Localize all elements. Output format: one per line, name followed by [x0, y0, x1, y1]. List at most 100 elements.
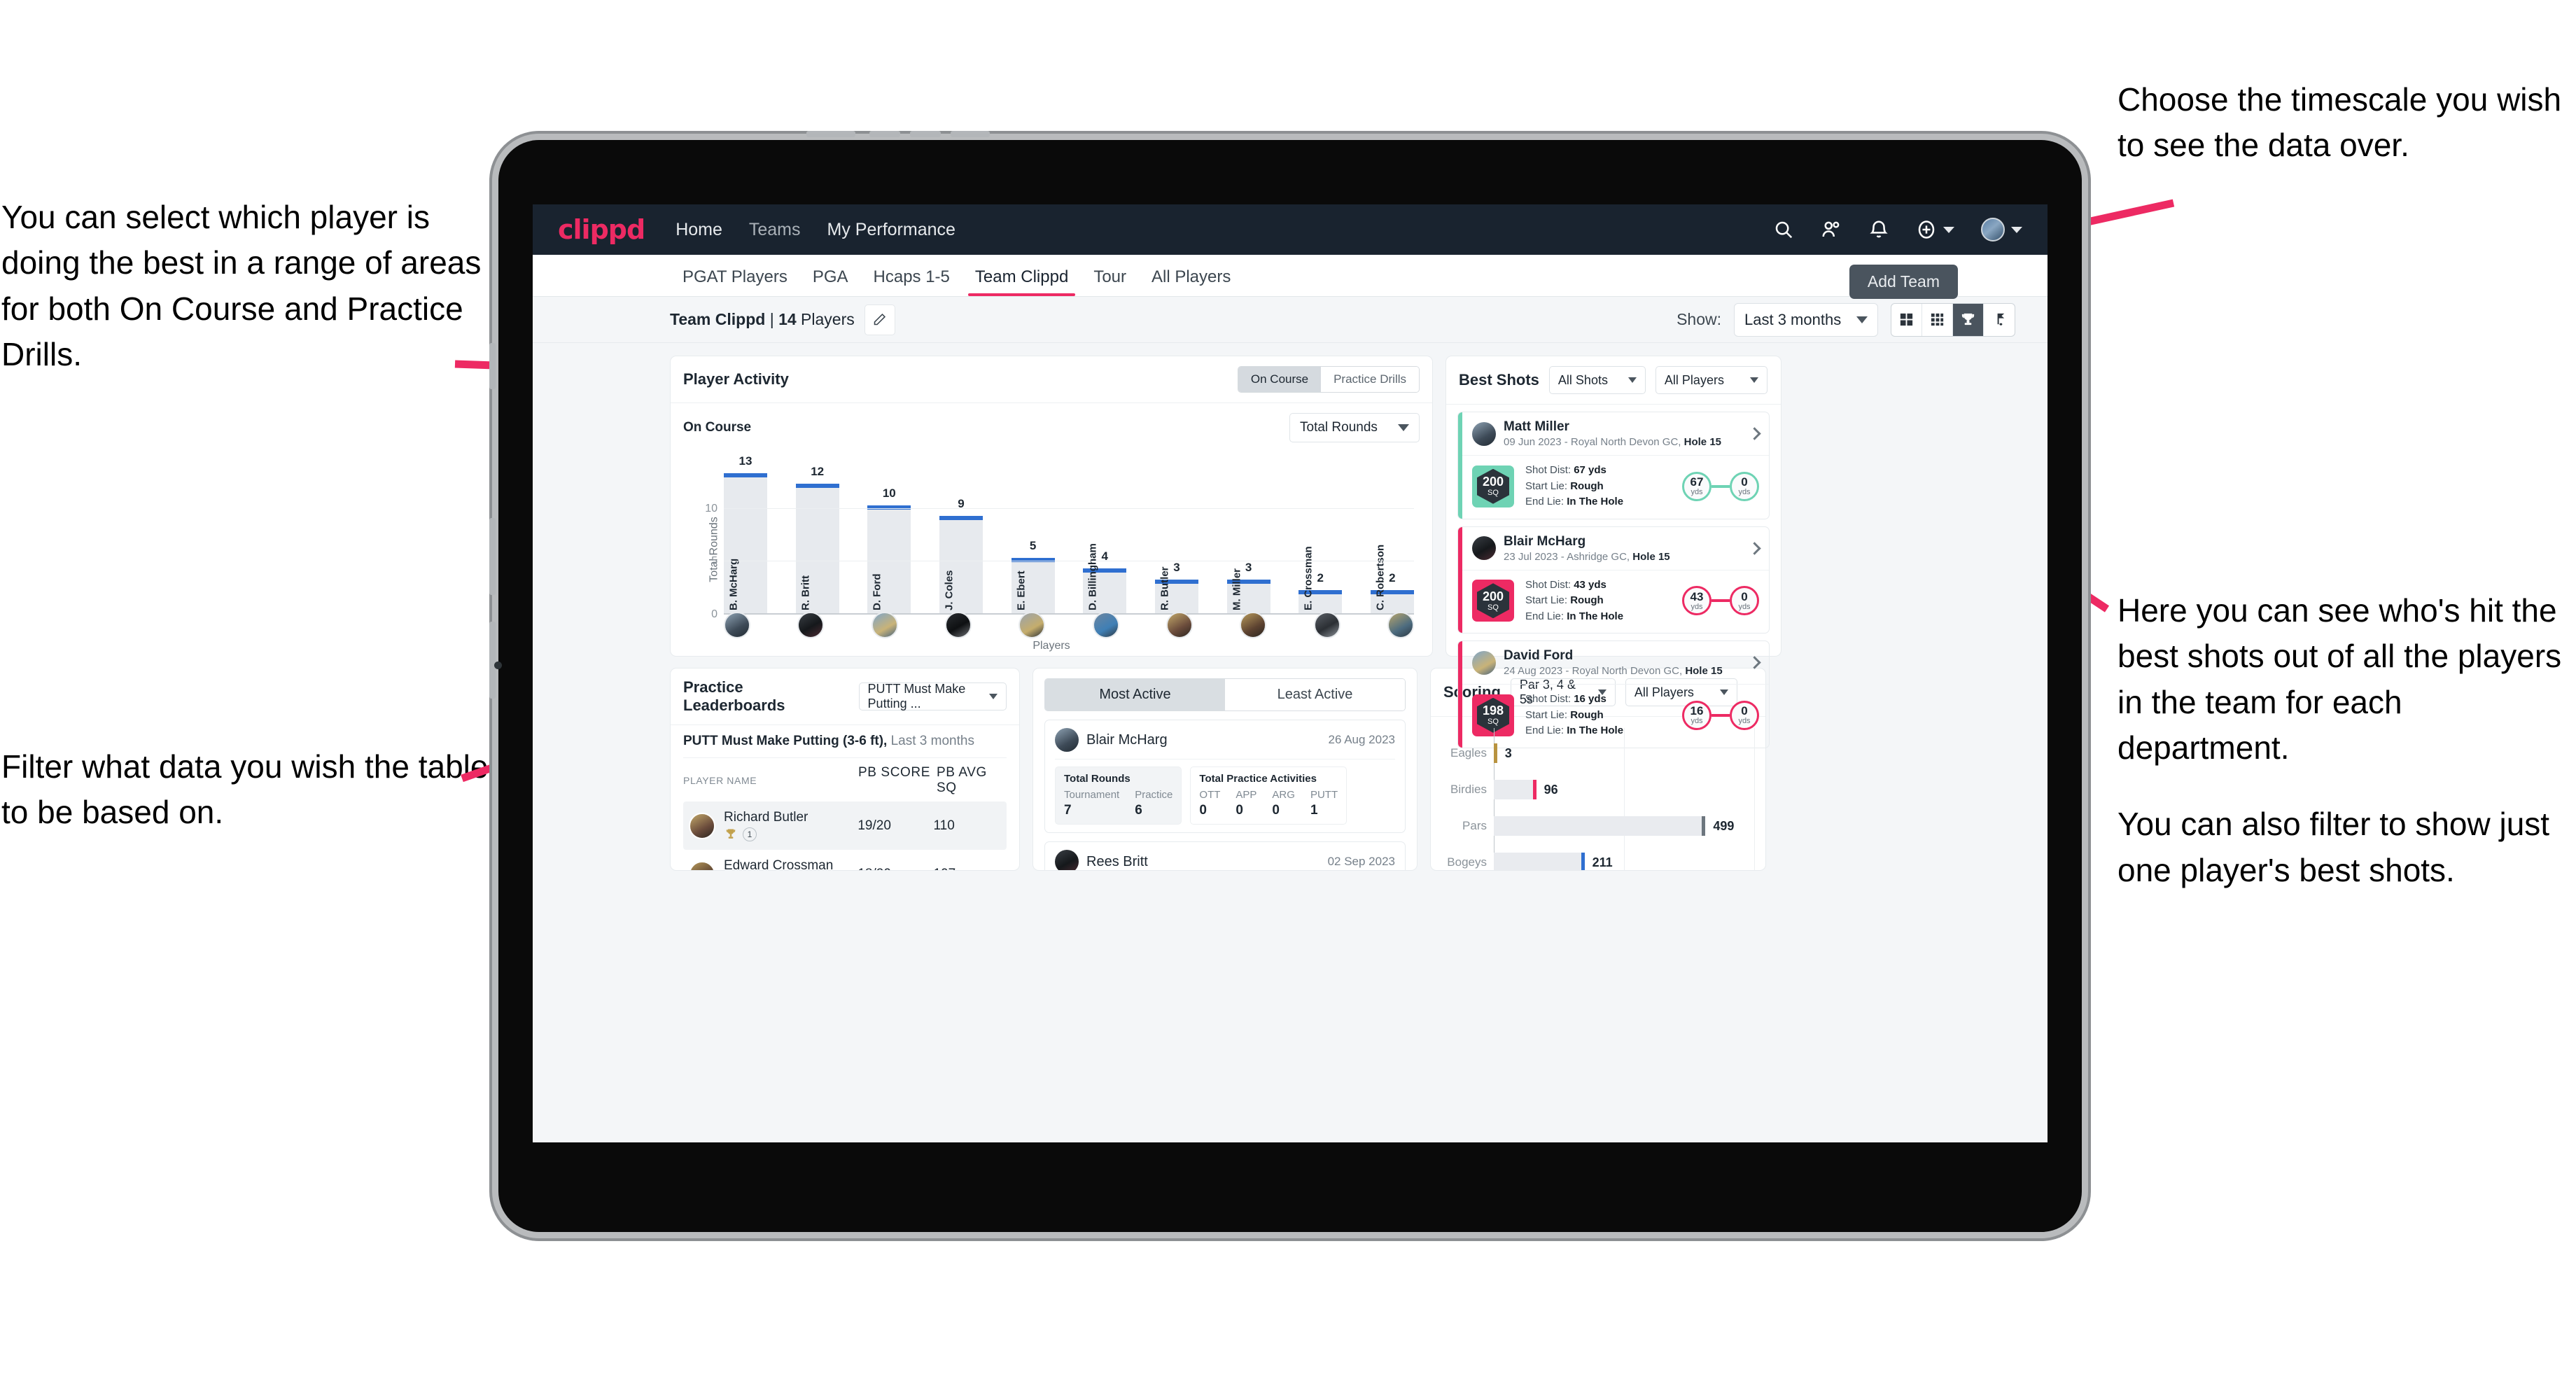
- nav-link-home[interactable]: Home: [676, 220, 722, 240]
- to-unit: yds: [1738, 488, 1751, 497]
- dashboard-row-bottom: Practice Leaderboards PUTT Must Make Put…: [670, 668, 2015, 871]
- pb-score-cell: 18/20: [858, 867, 933, 871]
- practice-key: PUTT: [1310, 789, 1338, 801]
- chart-bar-column[interactable]: 3 M. Miller: [1226, 466, 1270, 615]
- tablet-device-frame: clippd Home Teams My Performance PGAT Pl…: [489, 131, 2082, 1232]
- chart-bar-column[interactable]: 2 C. Robertson: [1370, 466, 1414, 615]
- chart-bar-column[interactable]: 12 R. Britt: [795, 465, 839, 615]
- nav-link-teams[interactable]: Teams: [749, 220, 801, 240]
- chart-bar-column[interactable]: 3 R. Butler: [1154, 466, 1198, 615]
- player-avatar[interactable]: [1018, 612, 1046, 638]
- activity-player-card[interactable]: Rees Britt02 Sep 2023Total RoundsTournam…: [1044, 841, 1406, 870]
- scoring-bar: [1494, 780, 1536, 799]
- scoring-bar-row[interactable]: Birdies 96: [1443, 780, 1753, 799]
- shot-dist-line: Shot Dist: 67 yds: [1525, 464, 1606, 476]
- practice-table: PLAYER NAME PB SCORE PB AVG SQ Richard B…: [683, 757, 1007, 871]
- flagstick-icon-button[interactable]: [1984, 304, 2015, 336]
- end-lie-line: End Lie: In The Hole: [1525, 610, 1624, 622]
- profile-menu[interactable]: [1981, 218, 2022, 241]
- tab-least-active[interactable]: Least Active: [1225, 679, 1405, 710]
- avatar[interactable]: [1981, 218, 2005, 241]
- shot-filter-select[interactable]: All Shots: [1548, 366, 1646, 394]
- shot-from-bubble: 16 yds: [1682, 700, 1712, 730]
- table-row[interactable]: Edward Crossman218/20107: [683, 850, 1007, 871]
- chevron-right-icon[interactable]: [1748, 427, 1761, 440]
- segment-practice-drills[interactable]: Practice Drills: [1321, 367, 1419, 392]
- player-avatar[interactable]: [1240, 612, 1267, 638]
- sq-value: 200: [1482, 589, 1504, 603]
- scoring-bar-chart: Eagles 3 Birdies 96 Pars 499 Bogeys 211: [1443, 728, 1755, 870]
- best-shot-card[interactable]: Blair McHarg 23 Jul 2023 - Ashridge GC, H…: [1457, 526, 1770, 634]
- best-shot-header: Blair McHarg 23 Jul 2023 - Ashridge GC, H…: [1458, 527, 1769, 570]
- chart-bar: E. Ebert: [1011, 558, 1055, 615]
- player-avatar[interactable]: [1166, 612, 1193, 638]
- player-avatar[interactable]: [1092, 612, 1119, 638]
- chart-bar-column[interactable]: 4 D. Billingham: [1083, 466, 1127, 615]
- scoring-bar-row[interactable]: Pars 499: [1443, 816, 1753, 836]
- player-avatar[interactable]: [797, 612, 825, 638]
- shot-distance-dumbbell: 67 yds 0 yds: [1682, 471, 1759, 501]
- practice-subtitle: PUTT Must Make Putting (3-6 ft), Last 3 …: [671, 725, 1019, 749]
- edit-team-button[interactable]: [864, 304, 895, 335]
- bell-icon[interactable]: [1868, 219, 1889, 240]
- search-icon[interactable]: [1773, 219, 1794, 240]
- drill-select[interactable]: PUTT Must Make Putting ...: [858, 682, 1007, 710]
- plus-circle-icon[interactable]: [1916, 219, 1937, 240]
- trophy-icon-button[interactable]: [1953, 303, 1984, 336]
- tab-all-players[interactable]: All Players: [1139, 267, 1243, 296]
- grid-2x2-icon-button[interactable]: [1891, 303, 1922, 336]
- chart-bar-column[interactable]: 2 E. Crossman: [1298, 466, 1343, 615]
- tab-most-active[interactable]: Most Active: [1045, 679, 1225, 710]
- start-lie-line: Start Lie: Rough: [1525, 479, 1604, 492]
- chart-bar-value: 4: [1101, 550, 1109, 564]
- practice-value: 0: [1199, 803, 1207, 818]
- chart-bar-column[interactable]: 5 E. Ebert: [1011, 466, 1055, 615]
- activity-date: 02 Sep 2023: [1327, 855, 1395, 868]
- best-shot-player: Matt Miller: [1504, 419, 1569, 434]
- player-avatar[interactable]: [871, 612, 898, 638]
- add-menu[interactable]: [1916, 219, 1954, 240]
- pb-avg-sq-cell: 107: [933, 867, 1001, 871]
- activity-player-name: Rees Britt: [1086, 853, 1148, 869]
- rounds-key: Tournament: [1064, 789, 1120, 801]
- grid-3x3-icon-button[interactable]: [1922, 303, 1953, 336]
- player-activity-header: Player Activity On Course Practice Drill…: [671, 356, 1432, 403]
- player-avatar[interactable]: [1387, 612, 1414, 638]
- tab-pga[interactable]: PGA: [800, 267, 861, 296]
- period-select[interactable]: Last 3 months: [1734, 302, 1878, 337]
- table-row[interactable]: Richard Butler 1 19/20 110: [683, 802, 1007, 850]
- accent-bar: [1458, 526, 1462, 633]
- player-avatar[interactable]: [724, 612, 750, 638]
- chart-bar-column[interactable]: 13 B. McHarg: [724, 454, 767, 615]
- practice-leaderboards-header: Practice Leaderboards PUTT Must Make Put…: [671, 668, 1019, 725]
- device-button: [869, 131, 900, 137]
- column-player-name: PLAYER NAME: [683, 775, 757, 786]
- scoring-bar-row[interactable]: Bogeys 211: [1443, 853, 1753, 870]
- scoring-bar-row[interactable]: Eagles 3: [1443, 743, 1753, 763]
- nav-link-my-performance[interactable]: My Performance: [827, 220, 955, 240]
- chevron-right-icon[interactable]: [1748, 541, 1761, 555]
- metric-select[interactable]: Total Rounds: [1289, 413, 1420, 442]
- player-avatar[interactable]: [1313, 612, 1340, 638]
- tab-pgat-players[interactable]: PGAT Players: [670, 267, 800, 296]
- player-name: Richard Butler: [724, 810, 808, 825]
- tab-team-clippd[interactable]: Team Clippd: [962, 267, 1081, 296]
- chart-bar-column[interactable]: 10 D. Ford: [867, 466, 911, 615]
- shot-filter-value: All Shots: [1558, 372, 1608, 387]
- activity-player-card[interactable]: Blair McHarg 26 Aug 2023 Total Rounds Tourn…: [1044, 720, 1406, 833]
- player-filter-select[interactable]: All Players: [1655, 366, 1768, 394]
- best-shot-header: Matt Miller 09 Jun 2023 - Royal North Dev…: [1458, 412, 1769, 455]
- tab-tour[interactable]: Tour: [1081, 267, 1139, 296]
- player-avatar[interactable]: [944, 612, 972, 638]
- column-pb-score: PB SCORE: [858, 765, 930, 780]
- chart-bar-value: 3: [1173, 560, 1180, 574]
- best-shot-card[interactable]: Matt Miller 09 Jun 2023 - Royal North Dev…: [1457, 412, 1770, 519]
- clippd-logo[interactable]: clippd: [558, 214, 645, 245]
- tab-hcaps-1-5[interactable]: Hcaps 1-5: [861, 267, 962, 296]
- chevron-right-icon[interactable]: [1748, 656, 1761, 669]
- add-team-button[interactable]: Add Team: [1849, 265, 1958, 299]
- segment-on-course[interactable]: On Course: [1238, 367, 1322, 392]
- chart-bar-column[interactable]: 9 J. Coles: [939, 466, 983, 615]
- people-icon[interactable]: [1821, 219, 1842, 240]
- scoring-bar-tip: [1532, 780, 1536, 799]
